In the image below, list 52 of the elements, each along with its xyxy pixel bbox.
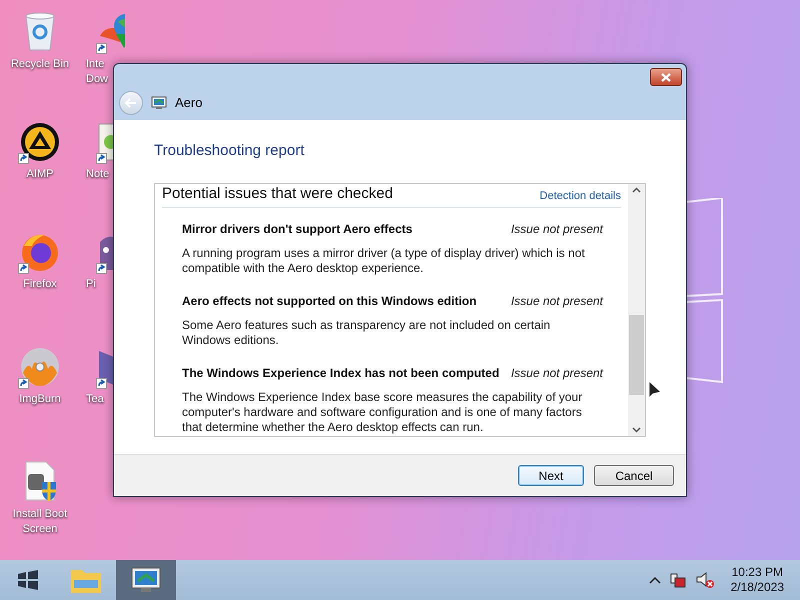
icon-label: Note [86,167,110,182]
panel-title: Potential issues that were checked [162,184,393,204]
show-hidden-icon[interactable] [648,576,661,584]
icon-label: ImgBurn [19,392,61,407]
monitor-icon [131,567,161,593]
clock-time: 10:23 PM [732,565,783,580]
clock-date: 2/18/2023 [730,580,784,595]
icon-label: AIMP [26,167,54,182]
dialog-button[interactable]: Cancel [594,465,674,486]
issue-status: Issue not present [510,292,603,310]
scrollbar-thumb[interactable] [629,314,644,394]
icon-label: Recycle Bin [10,57,70,72]
desktop-icon[interactable]: Inte Dow [86,10,126,87]
scrollbar[interactable] [628,184,645,436]
desktop-icon[interactable]: Firefox [3,230,77,292]
muted-speaker-icon[interactable] [694,571,715,589]
icon-label: Pi [86,277,96,292]
window-title: Aero [175,94,202,112]
desktop-icon[interactable]: Recycle Bin [3,10,77,72]
scroll-up-icon [632,186,641,192]
burning-disc-icon [20,347,60,387]
clock[interactable]: 10:23 PM 2/18/2023 [722,565,792,595]
desktop-icon[interactable]: Install Boot Screen [3,460,77,537]
desktop-icon[interactable]: Tea [86,345,126,407]
icon-label: Install Boot [12,507,68,522]
issue-title: Mirror drivers don't support Aero effects [182,220,412,238]
windows-logo-icon [17,570,39,590]
dialog-button[interactable]: Next [518,465,584,486]
desktop-icon[interactable]: ImgBurn [3,345,77,407]
scroll-down-icon [632,426,641,432]
issue-description: The Windows Experience Index base score measures the capability of your computer's hardware and software configuration and is one of many factors that determine whether the Aero desktop effects can run. [182,390,584,434]
icon-label: Dow [86,72,108,87]
icon-label: Inte [86,57,104,72]
monitor-icon [151,96,167,110]
icon-label: Screen [22,522,58,537]
icon-label: Firefox [23,277,57,292]
taskbar-app-button[interactable] [116,560,176,600]
detection-details-link[interactable]: Detection details [540,188,621,206]
issue-status: Issue not present [510,220,603,238]
triangle-logo-icon [20,122,60,162]
fox-globe-icon [20,232,60,272]
issue-description: A running program uses a mirror driver (a type of display driver) which is not compatible with the Aero desktop experience. [182,246,586,276]
issue-title: The Windows Experience Index has not been computed [182,364,500,382]
issue-description: Some Aero features such as transparency are not included on certain Windows editions. [182,318,552,348]
report-heading: Troubleshooting report [154,141,306,161]
close-button[interactable] [650,68,682,86]
issue-title: Aero effects not supported on this Windows edition [182,292,477,310]
close-icon [661,72,671,82]
issue-status: Issue not present [510,364,603,382]
back-arrow-icon [125,98,137,108]
icon-label: Tea [86,392,104,407]
desktop-icon[interactable]: AIMP [3,120,77,182]
